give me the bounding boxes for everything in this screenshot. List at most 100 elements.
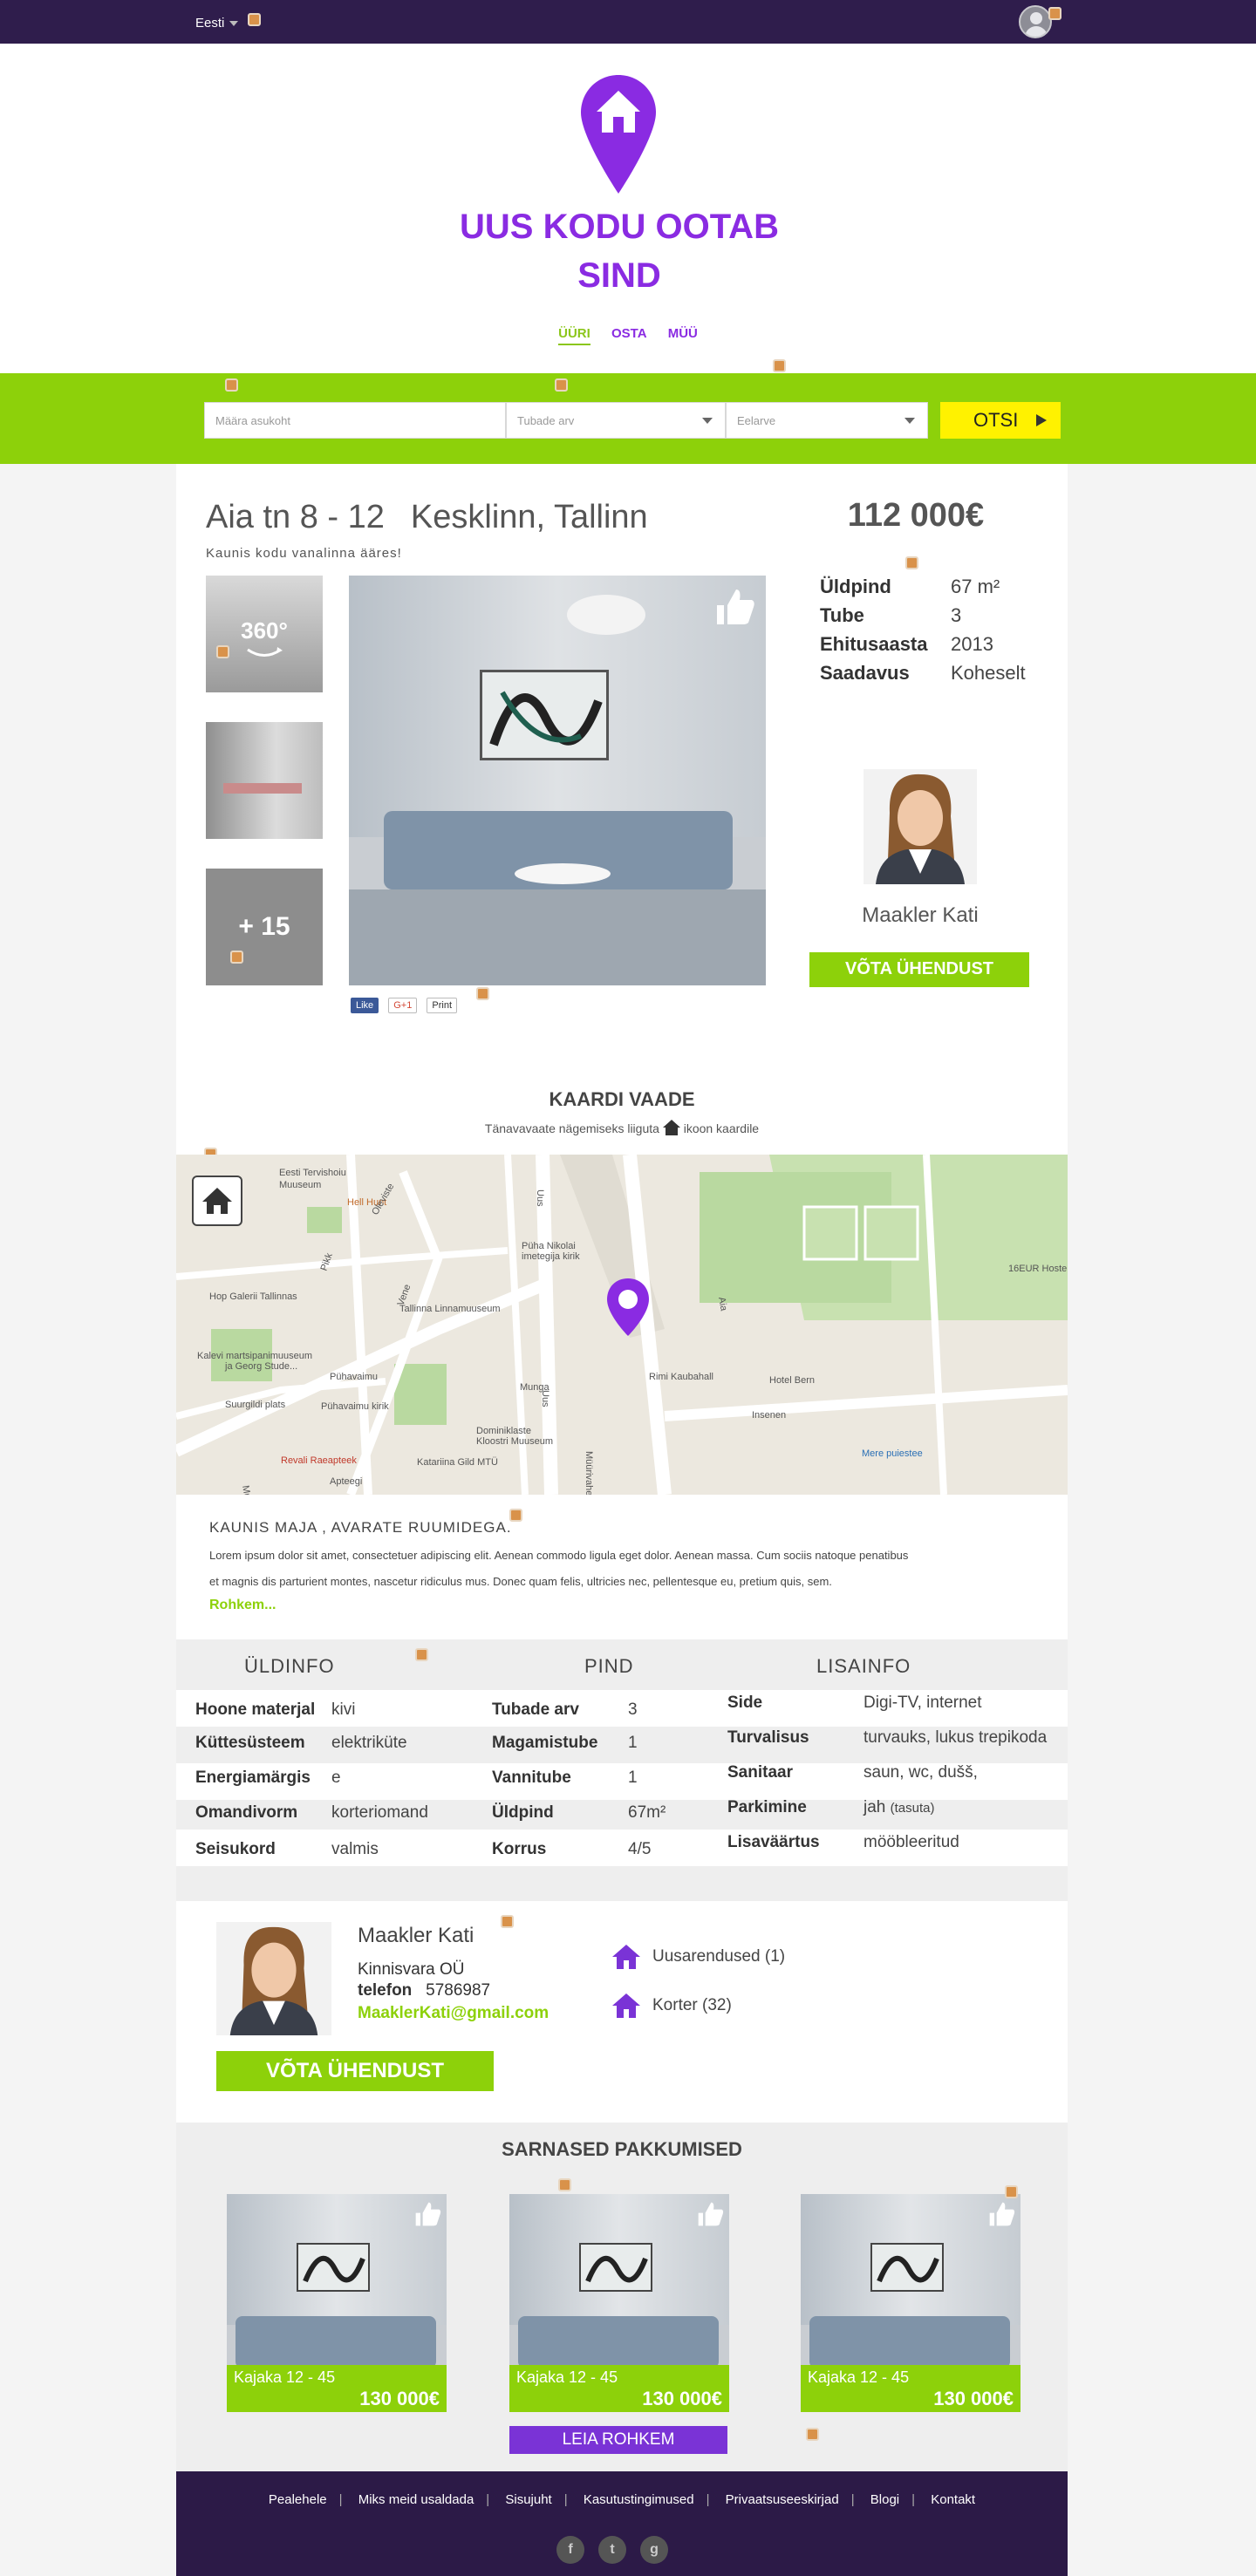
- agent-listings-link-apartment[interactable]: Korter (32): [612, 1993, 732, 2018]
- footer-link[interactable]: Blogi: [870, 2492, 899, 2507]
- detail-value: 1: [628, 1768, 638, 1787]
- agent-email-link[interactable]: MaaklerKati@gmail.com: [358, 2004, 549, 2023]
- chat-icon[interactable]: [415, 1648, 428, 1661]
- rotate-icon: [247, 647, 283, 657]
- google-plus-button[interactable]: G+1: [388, 998, 418, 1013]
- chat-icon[interactable]: [230, 951, 243, 964]
- thumb-photo[interactable]: [206, 722, 323, 839]
- nav-buy[interactable]: OSTA: [611, 326, 647, 344]
- map-label: Muuseum: [279, 1180, 321, 1190]
- chat-icon[interactable]: [248, 13, 261, 26]
- detail-key: Parkimine: [727, 1798, 807, 1816]
- footer-link[interactable]: Pealehele: [269, 2492, 327, 2507]
- home-icon: [202, 1188, 232, 1214]
- map-label: Suurgildi plats: [225, 1400, 286, 1410]
- chat-icon[interactable]: [1005, 2185, 1018, 2198]
- nav-sell[interactable]: MÜÜ: [668, 326, 698, 344]
- chevron-down-icon: [904, 418, 915, 424]
- user-avatar[interactable]: [1019, 5, 1052, 38]
- chat-icon[interactable]: [555, 378, 568, 392]
- footer-link[interactable]: Sisujuht: [505, 2492, 551, 2507]
- detail-key: Korrus: [492, 1840, 547, 1858]
- main-photo[interactable]: [349, 576, 766, 985]
- map-label: Apteegi: [330, 1476, 362, 1487]
- chat-icon[interactable]: [806, 2428, 819, 2441]
- footer-link[interactable]: Kasutustingimused: [584, 2492, 694, 2507]
- similar-card[interactable]: Kajaka 12 - 45 130 000€: [227, 2194, 447, 2412]
- facebook-icon[interactable]: f: [556, 2536, 584, 2564]
- rooms-select[interactable]: Tubade arv: [506, 402, 726, 439]
- detail-key: Sanitaar: [727, 1763, 793, 1782]
- similar-card[interactable]: Kajaka 12 - 45 130 000€: [509, 2194, 729, 2412]
- chat-icon[interactable]: [558, 2178, 571, 2191]
- nav-rent[interactable]: ÜÜRI: [558, 326, 590, 345]
- print-button[interactable]: Print: [427, 998, 458, 1013]
- map-label: Hop Galerii Tallinnas: [209, 1291, 297, 1302]
- find-more-button[interactable]: LEIA ROHKEM: [509, 2426, 727, 2454]
- map-label: Uus: [540, 1390, 550, 1407]
- agent-photo: [216, 1922, 331, 2035]
- detail-value: e: [331, 1768, 341, 1787]
- house-icon: [612, 1993, 640, 2018]
- detail-key: Tubade arv: [492, 1700, 579, 1719]
- similar-card[interactable]: Kajaka 12 - 45 130 000€: [801, 2194, 1020, 2412]
- similar-title: SARNASED PAKKUMISED: [502, 2138, 742, 2160]
- chat-icon[interactable]: [1048, 7, 1061, 20]
- footer-link[interactable]: Kontakt: [931, 2492, 975, 2507]
- thumb-360[interactable]: 360°: [206, 576, 323, 692]
- description-text: et magnis dis parturient montes, nascetu…: [209, 1575, 832, 1588]
- language-label: Eesti: [195, 16, 225, 31]
- chat-icon[interactable]: [905, 556, 918, 569]
- card-title: Kajaka 12 - 45: [234, 2368, 336, 2386]
- street-map[interactable]: Eesti Tervishoiu Muuseum Hell Hunt Püha …: [176, 1155, 1068, 1495]
- map-label: ja Georg Stude...: [224, 1361, 297, 1372]
- thumbs-up-icon[interactable]: [696, 2201, 724, 2227]
- footer-link[interactable]: Miks meid usaldada: [358, 2492, 474, 2507]
- thumb-more[interactable]: + 15: [206, 869, 323, 985]
- home-icon: [662, 1120, 680, 1135]
- thumbs-up-icon[interactable]: [713, 588, 755, 626]
- map-label: Dominiklaste: [476, 1426, 531, 1436]
- agent-phone: telefon 5786987: [358, 1981, 491, 2000]
- agent-listings-link-new[interactable]: Uusarendused (1): [612, 1945, 785, 1969]
- budget-select[interactable]: Eelarve: [726, 402, 928, 439]
- listing-address: Aia tn 8 - 12 Kesklinn, Tallinn: [206, 499, 648, 535]
- thumbs-up-icon[interactable]: [413, 2201, 441, 2227]
- twitter-icon[interactable]: t: [598, 2536, 626, 2564]
- map-label: Tallinna Linnamuuseum: [399, 1304, 501, 1314]
- chat-icon[interactable]: [225, 378, 238, 392]
- chat-icon[interactable]: [476, 987, 489, 1000]
- chevron-down-icon: [702, 418, 713, 424]
- listing-tagline: Kaunis kodu vanalinna ääres!: [206, 546, 402, 561]
- chat-icon[interactable]: [773, 359, 786, 372]
- map-label: Pühavaimu: [330, 1372, 378, 1382]
- search-button[interactable]: OTSI: [940, 402, 1061, 439]
- top-bar: [0, 0, 1256, 44]
- facebook-like-button[interactable]: Like: [351, 998, 379, 1013]
- chat-icon[interactable]: [216, 645, 229, 658]
- read-more-link[interactable]: Rohkem...: [209, 1598, 276, 1613]
- thumbs-up-icon[interactable]: [987, 2201, 1015, 2227]
- logo-pin-icon: [581, 75, 656, 194]
- detail-key: Omandivorm: [195, 1803, 298, 1822]
- detail-key: Seisukord: [195, 1840, 276, 1858]
- map-label: imetegija kirik: [522, 1251, 580, 1262]
- detail-key: Magamistube: [492, 1734, 598, 1752]
- card-price: 130 000€: [359, 2388, 440, 2409]
- detail-key: Side: [727, 1693, 763, 1712]
- map-label: Müürivahe: [584, 1451, 594, 1495]
- location-input[interactable]: Määra asukoht: [204, 402, 506, 439]
- language-selector[interactable]: Eesti: [195, 16, 239, 31]
- chat-icon[interactable]: [501, 1915, 514, 1928]
- contact-agent-button[interactable]: VÕTA ÜHENDUST: [216, 2051, 494, 2091]
- google-plus-icon[interactable]: g: [640, 2536, 668, 2564]
- contact-agent-button[interactable]: VÕTA ÜHENDUST: [809, 952, 1029, 987]
- map-label: Revali Raeapteek: [281, 1455, 357, 1466]
- street-view-home-button[interactable]: [192, 1176, 242, 1226]
- footer-link[interactable]: Privaatsuseeskirjad: [726, 2492, 839, 2507]
- detail-value: saun, wc, dušš,: [864, 1763, 978, 1782]
- agent-company: Kinnisvara OÜ: [358, 1960, 465, 1979]
- detail-value: elektriküte: [331, 1734, 407, 1752]
- chat-icon[interactable]: [509, 1509, 522, 1522]
- footer-links: Pealehele | Miks meid usaldada | Sisujuht |…: [268, 2492, 976, 2507]
